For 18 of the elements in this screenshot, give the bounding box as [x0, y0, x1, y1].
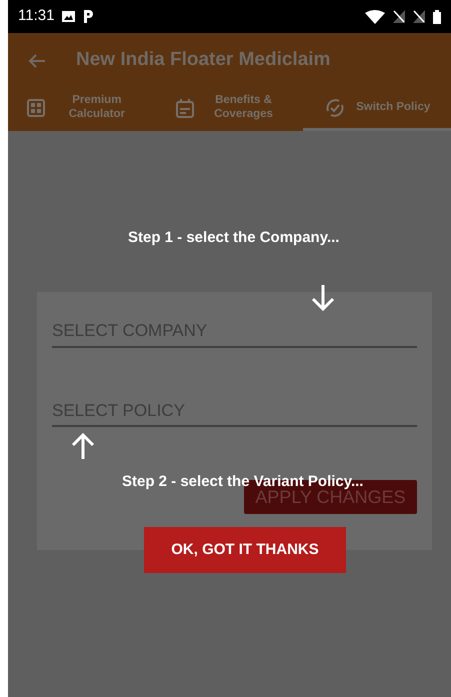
dismiss-button[interactable]: OK, GOT IT THANKS — [144, 527, 346, 573]
back-arrow-icon[interactable] — [28, 52, 46, 68]
no-signal-icon — [393, 10, 405, 23]
down-arrow-icon — [311, 284, 335, 312]
image-icon — [62, 11, 76, 22]
clock-time: 11:31 — [18, 6, 54, 26]
no-signal-icon — [413, 10, 425, 23]
hint-text: Step 1 - select the Company... — [128, 228, 340, 248]
tab[interactable]: Benefits & Coverages — [156, 88, 304, 131]
wifi-icon — [365, 10, 385, 24]
calendar-icon — [176, 98, 194, 118]
screen-title: New India Floater Mediclaim — [76, 48, 330, 72]
tab[interactable]: Premium Calculator — [8, 88, 156, 131]
sync-check-icon — [324, 97, 346, 119]
battery-icon — [433, 10, 441, 24]
calculator-icon — [26, 99, 47, 117]
parking-icon — [83, 10, 94, 23]
up-arrow-icon — [71, 432, 95, 460]
